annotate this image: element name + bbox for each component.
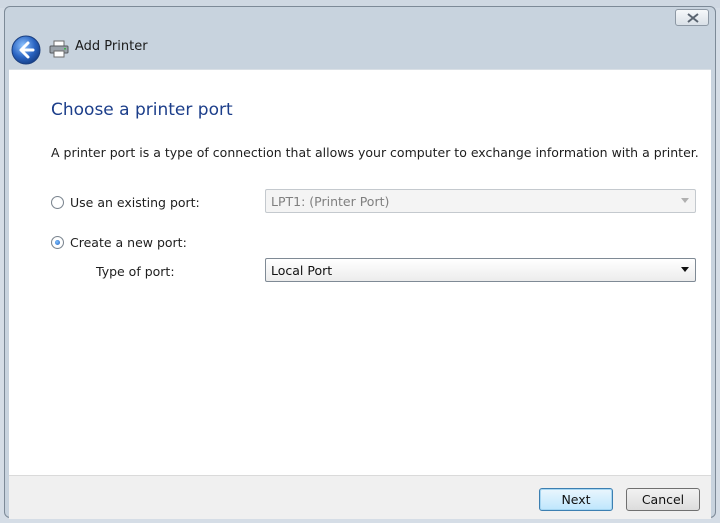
close-button[interactable] xyxy=(675,9,709,26)
page-description: A printer port is a type of connection t… xyxy=(51,145,699,160)
title-bar: Add Printer xyxy=(5,7,715,69)
back-button[interactable] xyxy=(11,35,41,65)
existing-port-label: Use an existing port: xyxy=(70,195,200,210)
existing-port-option[interactable]: Use an existing port: xyxy=(51,195,200,210)
existing-port-radio[interactable] xyxy=(51,196,64,209)
close-icon xyxy=(687,13,699,23)
add-printer-window: Add Printer Choose a printer port A prin… xyxy=(4,6,716,519)
existing-port-select: LPT1: (Printer Port) xyxy=(265,189,696,213)
button-bar: Next Cancel xyxy=(9,475,711,519)
back-arrow-icon xyxy=(11,35,41,65)
port-type-label: Type of port: xyxy=(96,264,175,279)
port-type-value: Local Port xyxy=(271,262,333,278)
new-port-radio[interactable] xyxy=(51,236,64,249)
page-heading: Choose a printer port xyxy=(51,100,233,120)
existing-port-value: LPT1: (Printer Port) xyxy=(271,193,390,209)
chevron-down-icon xyxy=(681,198,689,203)
new-port-label: Create a new port: xyxy=(70,235,187,250)
window-title: Add Printer xyxy=(75,39,148,54)
content-area: Choose a printer port A printer port is … xyxy=(9,69,711,476)
port-type-select[interactable]: Local Port xyxy=(265,258,696,282)
printer-icon xyxy=(49,40,69,58)
cancel-button[interactable]: Cancel xyxy=(626,488,700,511)
chevron-down-icon xyxy=(681,267,689,272)
new-port-option[interactable]: Create a new port: xyxy=(51,235,187,250)
next-button[interactable]: Next xyxy=(539,488,613,511)
